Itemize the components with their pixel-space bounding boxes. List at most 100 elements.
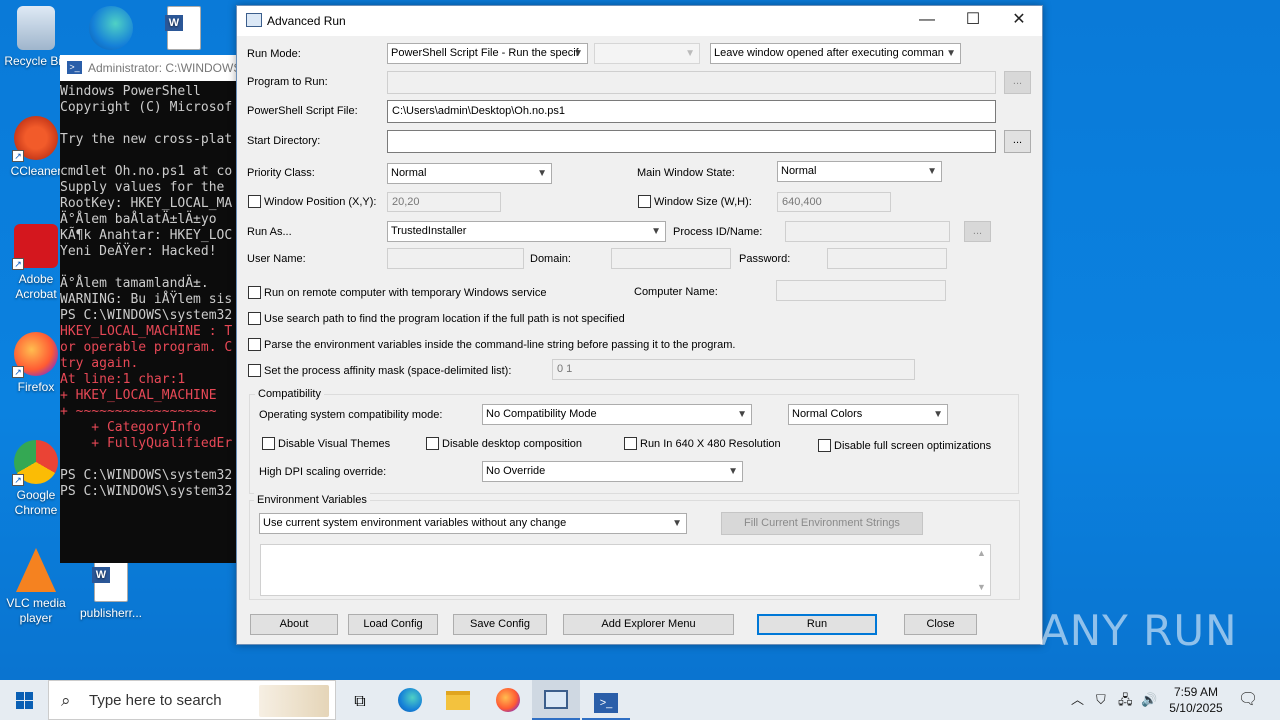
start-button[interactable] bbox=[0, 680, 48, 720]
disable-fullscreen-checkbox[interactable]: Disable full screen optimizations bbox=[818, 439, 991, 453]
console-line: At line:1 char:1 bbox=[60, 372, 186, 387]
vlc-icon bbox=[16, 548, 56, 592]
ccleaner-icon: ↗ bbox=[12, 116, 58, 162]
run-640-checkbox[interactable]: Run In 640 X 480 Resolution bbox=[624, 437, 781, 451]
security-tray-icon[interactable]: ⛉ bbox=[1096, 680, 1106, 720]
taskbar-search[interactable]: ⌕ Type here to search bbox=[48, 680, 336, 720]
about-button[interactable]: About bbox=[250, 614, 338, 635]
powershell-taskbar-button[interactable]: >_ bbox=[582, 680, 630, 720]
window-position-label: Window Position (X,Y): bbox=[264, 196, 377, 208]
window-option-value: Leave window opened after executing comm… bbox=[714, 47, 944, 59]
environment-group-label: Environment Variables bbox=[254, 493, 370, 507]
disable-desktop-comp-label: Disable desktop composition bbox=[442, 438, 583, 450]
chrome-icon: ↗ bbox=[12, 440, 58, 486]
disable-desktop-comp-checkbox[interactable]: Disable desktop composition bbox=[426, 437, 582, 451]
powershell-titlebar[interactable]: >_ Administrator: C:\WINDOWS bbox=[60, 55, 260, 81]
anyrun-watermark: ANY RUN bbox=[1040, 606, 1238, 655]
window-position-checkbox[interactable]: Window Position (X,Y): bbox=[248, 195, 376, 209]
desktop-icon-label: Recycle Bin bbox=[4, 54, 68, 68]
desktop-icon-label: Adobe Acrobat bbox=[15, 272, 57, 301]
checkbox-box bbox=[248, 364, 261, 377]
console-line: PS C:\WINDOWS\system32 bbox=[60, 468, 233, 483]
priority-class-value: Normal bbox=[391, 167, 427, 179]
edge-icon bbox=[89, 6, 133, 50]
computer-name-label: Computer Name: bbox=[634, 286, 718, 298]
clock-time: 7:59 AM bbox=[1173, 685, 1219, 699]
windows-logo-icon bbox=[15, 692, 33, 709]
minimize-button[interactable]: — bbox=[904, 6, 950, 36]
dialog-titlebar[interactable]: Advanced Run — ☐ ✕ bbox=[237, 6, 1042, 36]
run-button[interactable]: Run bbox=[757, 614, 877, 635]
program-browse-button: ... bbox=[1004, 71, 1031, 94]
taskbar: ⌕ Type here to search ⧉ >_ ︿ ⛉ 🖧 🔊 7:59 … bbox=[0, 680, 1280, 720]
close-button[interactable]: Close bbox=[904, 614, 977, 635]
app-icon bbox=[246, 13, 262, 27]
edge-shortcut[interactable] bbox=[75, 6, 147, 54]
task-view-button[interactable]: ⧉ bbox=[336, 680, 384, 720]
close-window-button[interactable]: ✕ bbox=[996, 6, 1042, 36]
advanced-run-taskbar-button[interactable] bbox=[532, 680, 580, 720]
window-size-checkbox[interactable]: Window Size (W,H): bbox=[638, 195, 752, 209]
run-mode-select[interactable]: PowerShell Script File - Run the specif ▼ bbox=[387, 43, 588, 64]
main-window-state-value: Normal bbox=[781, 165, 817, 177]
desktop-icon-label: CCleaner bbox=[10, 164, 62, 178]
edge-taskbar-button[interactable] bbox=[386, 680, 434, 720]
affinity-label: Set the process affinity mask (space-del… bbox=[264, 365, 512, 377]
load-config-button[interactable]: Load Config bbox=[348, 614, 438, 635]
scroll-down-icon: ▼ bbox=[977, 582, 986, 592]
computer-name-input bbox=[776, 280, 946, 301]
window-option-select[interactable]: Leave window opened after executing comm… bbox=[710, 43, 961, 64]
colors-select[interactable]: Normal Colors ▼ bbox=[788, 404, 948, 425]
start-directory-input[interactable] bbox=[387, 130, 996, 153]
volume-tray-icon[interactable]: 🔊 bbox=[1141, 680, 1157, 720]
checkbox-box bbox=[426, 437, 439, 450]
maximize-button[interactable]: ☐ bbox=[950, 6, 996, 36]
clock-date: 5/10/2025 bbox=[1169, 701, 1223, 715]
chevron-down-icon: ▼ bbox=[685, 48, 695, 59]
start-directory-browse-button[interactable]: ... bbox=[1004, 130, 1031, 153]
powershell-window[interactable]: >_ Administrator: C:\WINDOWS Windows Pow… bbox=[60, 55, 260, 563]
word-shortcut[interactable]: W bbox=[148, 6, 220, 54]
notifications-button[interactable]: 🗨 bbox=[1238, 680, 1258, 720]
fill-env-button: Fill Current Environment Strings bbox=[721, 512, 923, 535]
os-compat-select[interactable]: No Compatibility Mode ▼ bbox=[482, 404, 752, 425]
dpi-select[interactable]: No Override ▼ bbox=[482, 461, 743, 482]
publisher-file-shortcut[interactable]: W publisherr... bbox=[75, 558, 147, 621]
show-hidden-icons-button[interactable]: ︿ bbox=[1071, 680, 1084, 720]
add-explorer-menu-button[interactable]: Add Explorer Menu bbox=[563, 614, 734, 635]
checkbox-box bbox=[624, 437, 637, 450]
main-window-state-select[interactable]: Normal ▼ bbox=[777, 161, 942, 182]
firefox-taskbar-button[interactable] bbox=[484, 680, 532, 720]
word-document-icon: W bbox=[165, 6, 201, 50]
edge-icon bbox=[398, 688, 422, 712]
environment-select[interactable]: Use current system environment variables… bbox=[259, 513, 687, 534]
priority-class-select[interactable]: Normal ▼ bbox=[387, 163, 552, 184]
affinity-checkbox[interactable]: Set the process affinity mask (space-del… bbox=[248, 364, 511, 378]
file-explorer-taskbar-button[interactable] bbox=[434, 680, 482, 720]
taskbar-clock[interactable]: 7:59 AM 5/10/2025 bbox=[1160, 684, 1232, 716]
remote-computer-checkbox[interactable]: Run on remote computer with temporary Wi… bbox=[248, 286, 546, 300]
affinity-input: 0 1 bbox=[552, 359, 915, 380]
powershell-console[interactable]: Windows PowerShell Copyright (C) Microsof… bbox=[60, 81, 260, 500]
script-file-input[interactable]: C:\Users\admin\Desktop\Oh.no.ps1 bbox=[387, 100, 996, 123]
console-line: + FullyQualifiedEr bbox=[60, 436, 233, 451]
priority-class-label: Priority Class: bbox=[247, 167, 315, 179]
console-line: try again. bbox=[60, 356, 139, 371]
scroll-up-icon: ▲ bbox=[977, 548, 986, 558]
checkbox-box bbox=[262, 437, 275, 450]
search-path-label: Use search path to find the program loca… bbox=[264, 313, 625, 325]
console-line: Ä°Å­lem baÅ­latÄ±lÄ±yo bbox=[60, 212, 217, 227]
powershell-icon: >_ bbox=[67, 61, 82, 74]
network-tray-icon[interactable]: 🖧 bbox=[1118, 680, 1133, 720]
console-line: PS C:\WINDOWS\system32 bbox=[60, 308, 233, 323]
save-config-button[interactable]: Save Config bbox=[453, 614, 547, 635]
disable-themes-checkbox[interactable]: Disable Visual Themes bbox=[262, 437, 390, 451]
chevron-down-icon: ▼ bbox=[946, 48, 956, 59]
run-as-select[interactable]: TrustedInstaller ▼ bbox=[387, 221, 666, 242]
window-size-label: Window Size (W,H): bbox=[654, 196, 752, 208]
parse-env-checkbox[interactable]: Parse the environment variables inside t… bbox=[248, 338, 735, 352]
search-path-checkbox[interactable]: Use search path to find the program loca… bbox=[248, 312, 625, 326]
checkbox-box bbox=[818, 439, 831, 452]
